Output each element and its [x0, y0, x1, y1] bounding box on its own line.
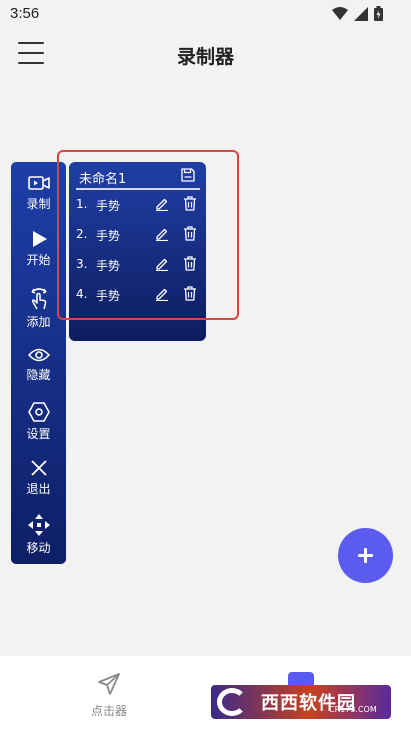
- eye-icon: [27, 348, 50, 362]
- watermark-url: CR173.COM: [329, 705, 377, 714]
- watermark-logo-mark: [217, 688, 247, 716]
- move-handle[interactable]: 移动: [11, 514, 66, 564]
- gear-hexagon-icon: [27, 402, 50, 422]
- status-time: 3:56: [10, 5, 40, 22]
- nav-item-clicker[interactable]: 点击器: [39, 656, 179, 731]
- move-arrows-icon: [27, 514, 50, 536]
- watermark-logo: 西西软件园 CR173.COM: [211, 685, 391, 719]
- app-bar: 录制器: [0, 28, 411, 80]
- add-fab-button[interactable]: [338, 528, 393, 583]
- exit-label: 退出: [26, 482, 51, 496]
- exit-button[interactable]: 退出: [11, 459, 66, 509]
- status-bar: 3:56: [0, 0, 411, 28]
- paper-plane-icon: [98, 673, 120, 695]
- play-icon: [32, 231, 47, 247]
- tap-gesture-icon: [30, 288, 47, 310]
- move-label: 移动: [26, 541, 51, 555]
- page-title: 录制器: [176, 46, 234, 68]
- battery-icon: [374, 6, 383, 21]
- nav-item-partial-icon[interactable]: [288, 672, 314, 686]
- close-icon: [30, 460, 47, 476]
- nav-item-label: 点击器: [90, 704, 127, 718]
- signal-icon: [354, 6, 368, 21]
- status-icons: [332, 6, 383, 21]
- hide-label: 隐藏: [26, 368, 51, 382]
- settings-button[interactable]: 设置: [11, 402, 66, 452]
- hide-button[interactable]: 隐藏: [11, 347, 66, 397]
- video-record-icon: [27, 176, 50, 190]
- highlight-annotation: [57, 150, 239, 320]
- settings-label: 设置: [26, 427, 51, 441]
- wifi-icon: [332, 6, 348, 20]
